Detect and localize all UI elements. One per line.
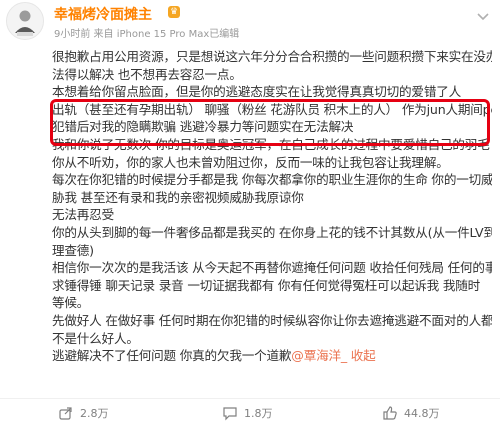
post-header: 幸福烤冷面摊主 ♛ 9小时前 来自 iPhone 15 Pro Max已编辑 <box>0 0 500 40</box>
more-icon[interactable] <box>476 9 490 27</box>
post-line: 先做好人 在做好事 任何时期在你犯错的时候纵容你让你去遮掩逃避不面对的人都 <box>52 312 492 328</box>
post-line-text: 逃避解决不了任何问题 你真的欠我一个道歉 <box>52 348 292 364</box>
post-line: 无法再忍受 <box>52 207 114 223</box>
share-icon <box>58 405 74 421</box>
post-line: 法得以解决 也不想再去容忍一点。 <box>52 66 242 82</box>
post-footer: 2.8万 1.8万 44.8万 <box>0 398 500 429</box>
highlight-box <box>50 99 490 146</box>
username[interactable]: 幸福烤冷面摊主 <box>54 4 152 24</box>
collapse-link[interactable]: 收起 <box>347 348 376 363</box>
post-line: 求锤得锤 聊天记录 录音 一切证据我都有 你有任何觉得冤枉可以起诉我 我随时 <box>52 277 481 293</box>
vip-badge-icon: ♛ <box>168 6 180 18</box>
post-line: 相信你一次次的是我活该 从今天起不再替你遮掩任何问题 收拾任何残局 任何的事 <box>52 260 492 276</box>
like-count: 44.8万 <box>404 407 440 420</box>
like-button[interactable]: 44.8万 <box>382 405 440 421</box>
share-button[interactable]: 2.8万 <box>58 405 109 421</box>
avatar-image <box>7 3 43 39</box>
post-meta: 9小时前 来自 iPhone 15 Pro Max已编辑 <box>54 29 240 40</box>
comment-button[interactable]: 1.8万 <box>222 405 273 421</box>
like-icon <box>382 405 398 421</box>
post-body: 很抱歉占用公用资源，只是想说这六年分分合合积攒的一些问题积攒下来实在没办 法得以… <box>52 48 492 365</box>
post-last-line: 逃避解决不了任何问题 你真的欠我一个道歉@覃海洋_ 收起 <box>52 347 492 365</box>
post-line: 很抱歉占用公用资源，只是想说这六年分分合合积攒的一些问题积攒下来实在没办 <box>52 49 492 64</box>
post-line: 每次在你犯错的时候提分手都是我 你每次都拿你的职业生涯你的生命 你的一切威 <box>52 172 492 188</box>
comment-count: 1.8万 <box>244 407 273 420</box>
mention-link[interactable]: @覃海洋_ <box>291 348 347 363</box>
avatar[interactable] <box>6 2 44 40</box>
post-line: 你的从头到脚的每一件奢侈品都是我买的 在你身上花的钱不计其数从(从一件LV到 <box>52 224 492 240</box>
post-line: 等候。 <box>52 295 90 311</box>
post-line: 理查德) <box>52 242 94 258</box>
comment-icon <box>222 405 238 421</box>
post-line: 不是什么好人。 <box>52 330 139 346</box>
post-line: 你从不听劝，你的家人也未曾劝阻过你，反而一味的让我包容让我理解。 <box>52 154 449 170</box>
post-line: 胁我 甚至还有录和我的亲密视频威胁我原谅你 <box>52 189 304 205</box>
share-count: 2.8万 <box>80 407 109 420</box>
